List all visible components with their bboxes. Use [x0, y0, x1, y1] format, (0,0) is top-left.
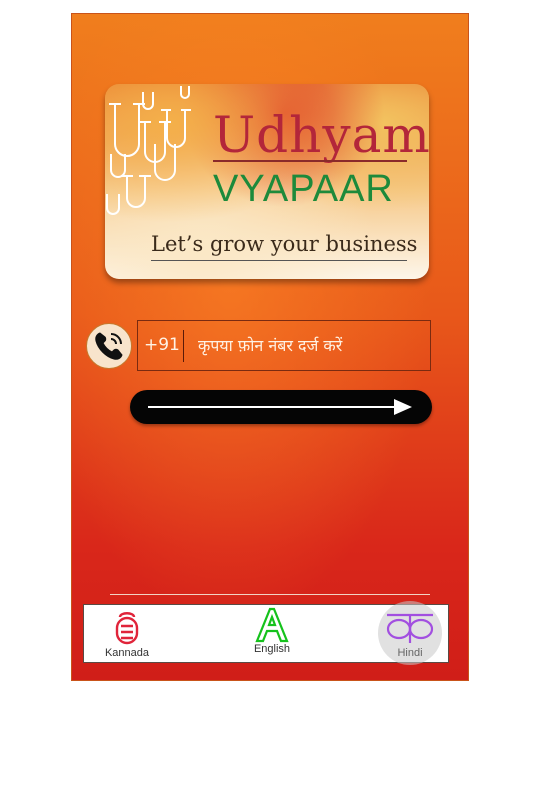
language-english-label: English [253, 643, 291, 655]
language-kannada[interactable]: Kannada [98, 605, 156, 662]
udhyam-u-logo-icon [106, 86, 191, 215]
phone-icon [86, 323, 132, 369]
tagline-underline [151, 260, 407, 261]
language-kannada-label: Kannada [104, 647, 150, 659]
arrow-line [148, 406, 396, 408]
country-code[interactable]: +91 [144, 321, 180, 370]
submit-button[interactable] [130, 390, 432, 424]
phone-number-input[interactable]: कृपया फ़ोन नंबर दर्ज करें [198, 321, 342, 370]
arrow-right-icon [394, 399, 412, 415]
language-hindi-label: Hindi [397, 647, 423, 659]
devanagari-ka-icon [386, 613, 434, 643]
language-selector: Kannada English Hindi [83, 601, 449, 665]
app-title: Udhyam [213, 106, 429, 164]
app-subtitle: VYAPAAR [213, 168, 394, 210]
handset-icon [95, 332, 123, 360]
title-underline [213, 160, 407, 162]
language-english[interactable]: English [244, 605, 300, 662]
field-separator [183, 330, 184, 362]
divider [110, 594, 430, 595]
latin-a-icon [255, 607, 289, 643]
app-screen: Udhyam VYAPAAR Let’s grow your business … [71, 13, 469, 681]
app-tagline: Let’s grow your business [151, 232, 418, 256]
kannada-script-icon [115, 612, 139, 645]
brand-banner: Udhyam VYAPAAR Let’s grow your business [105, 84, 429, 279]
language-hindi[interactable]: Hindi [378, 601, 442, 665]
phone-number-field[interactable]: +91 कृपया फ़ोन नंबर दर्ज करें [137, 320, 431, 371]
